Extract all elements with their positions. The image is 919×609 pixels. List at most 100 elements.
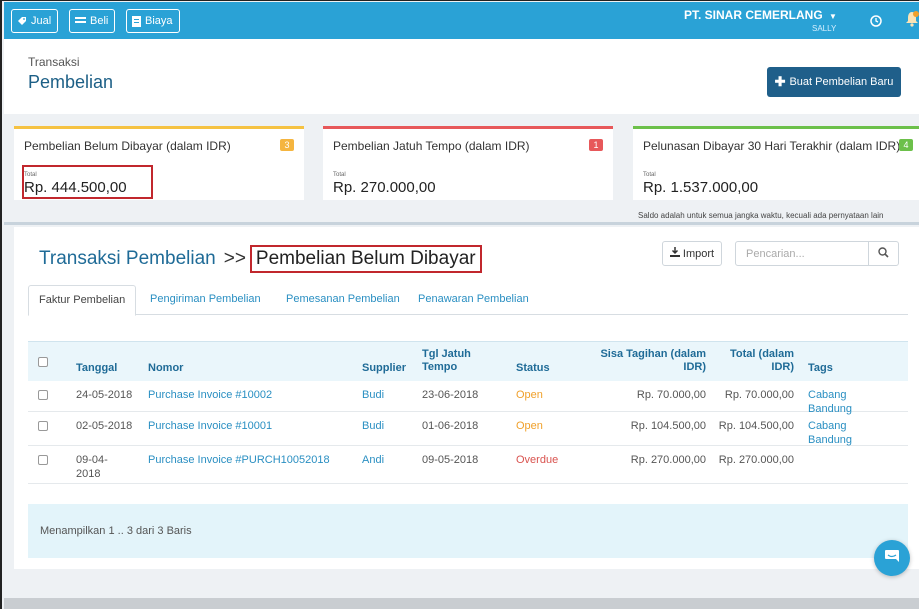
column-header-supplier[interactable]: Supplier bbox=[362, 362, 406, 375]
chat-icon bbox=[884, 549, 900, 568]
row-date-line2: 2018 bbox=[76, 468, 101, 480]
select-all-checkbox[interactable] bbox=[38, 357, 48, 367]
column-header-balance-line1: Sisa Tagihan (dalam bbox=[600, 348, 706, 360]
row-supplier[interactable]: Budi bbox=[362, 388, 384, 402]
row-tag[interactable]: Cabang Bandung bbox=[808, 419, 852, 447]
new-purchase-button[interactable]: ✚ Buat Pembelian Baru bbox=[767, 67, 901, 97]
count-badge: 4 bbox=[899, 139, 913, 151]
table-row[interactable]: 24-05-2018 Purchase Invoice #10002 Budi … bbox=[28, 381, 908, 415]
panel-title: Transaksi Pembelian >> Pembelian Belum D… bbox=[39, 245, 482, 273]
count-badge: 3 bbox=[280, 139, 294, 151]
column-header-date[interactable]: Tanggal bbox=[76, 362, 117, 375]
search-icon bbox=[878, 245, 889, 263]
download-icon bbox=[669, 247, 680, 260]
bell-icon[interactable] bbox=[905, 11, 919, 32]
sell-button-label: Jual bbox=[31, 15, 52, 27]
row-checkbox[interactable] bbox=[38, 421, 48, 431]
total-label: Total bbox=[333, 172, 346, 178]
page-header: Transaksi Pembelian ✚ Buat Pembelian Bar… bbox=[4, 39, 919, 114]
card-amount: Rp. 1.537.000,00 bbox=[643, 179, 759, 196]
row-total: Rp. 70.000,00 bbox=[724, 389, 794, 401]
row-balance: Rp. 270.000,00 bbox=[630, 454, 706, 466]
row-status: Overdue bbox=[516, 454, 559, 466]
row-due-date: 01-06-2018 bbox=[422, 420, 479, 432]
column-header-number[interactable]: Nomor bbox=[148, 362, 183, 375]
search-input[interactable] bbox=[736, 242, 866, 265]
chat-launcher[interactable] bbox=[874, 540, 910, 576]
plus-icon: ✚ bbox=[774, 74, 786, 89]
row-checkbox[interactable] bbox=[38, 455, 48, 465]
tag-icon bbox=[17, 16, 27, 26]
new-purchase-button-label: Buat Pembelian Baru bbox=[789, 76, 894, 88]
column-header-status[interactable]: Status bbox=[516, 362, 550, 375]
card-title: Pembelian Belum Dibayar (dalam IDR) bbox=[24, 139, 231, 153]
row-date: 24-05-2018 bbox=[76, 389, 133, 401]
breadcrumb[interactable]: Transaksi bbox=[28, 55, 80, 69]
count-badge: 1 bbox=[589, 139, 603, 151]
transactions-panel: Transaksi Pembelian >> Pembelian Belum D… bbox=[14, 227, 919, 569]
search-box bbox=[735, 241, 899, 266]
import-button[interactable]: Import bbox=[662, 241, 722, 266]
row-supplier[interactable]: Andi bbox=[362, 453, 384, 467]
expense-button[interactable]: Biaya bbox=[126, 9, 180, 33]
company-name: PT. SINAR CEMERLANG bbox=[684, 8, 823, 22]
table-row[interactable]: 02-05-2018 Purchase Invoice #10001 Budi … bbox=[28, 412, 908, 446]
row-tag-line2: Bandung bbox=[808, 434, 853, 446]
highlight-box bbox=[22, 165, 153, 199]
column-header-due-date[interactable]: Tgl Jatuh Tempo bbox=[422, 348, 471, 374]
user-name: SALLY bbox=[812, 24, 837, 33]
row-invoice-link[interactable]: Purchase Invoice #10001 bbox=[148, 419, 272, 433]
row-supplier[interactable]: Budi bbox=[362, 419, 384, 433]
row-invoice-link[interactable]: Purchase Invoice #10002 bbox=[148, 388, 272, 402]
buy-button-label: Beli bbox=[90, 15, 109, 27]
table-row[interactable]: 09-04- 2018 Purchase Invoice #PURCH10052… bbox=[28, 446, 908, 484]
row-total: Rp. 104.500,00 bbox=[718, 420, 794, 432]
column-header-balance[interactable]: Sisa Tagihan (dalam IDR) bbox=[588, 348, 706, 374]
row-invoice-link[interactable]: Purchase Invoice #PURCH10052018 bbox=[148, 453, 330, 467]
column-header-tags[interactable]: Tags bbox=[808, 362, 833, 375]
row-date: 02-05-2018 bbox=[76, 420, 133, 432]
row-balance: Rp. 70.000,00 bbox=[636, 389, 706, 401]
tab-bar: Faktur Pembelian Pengiriman Pembelian Pe… bbox=[28, 285, 908, 316]
row-date-line1: 09-04- bbox=[76, 454, 108, 466]
card-amount: Rp. 270.000,00 bbox=[333, 179, 436, 196]
column-header-balance-line2: IDR) bbox=[683, 361, 706, 373]
bottom-band bbox=[4, 598, 919, 609]
row-total: Rp. 270.000,00 bbox=[718, 454, 794, 466]
import-button-label: Import bbox=[682, 247, 715, 260]
row-date: 09-04- 2018 bbox=[76, 453, 108, 481]
clock-icon[interactable] bbox=[870, 14, 882, 32]
expense-button-label: Biaya bbox=[145, 15, 173, 27]
column-header-due-line2: Tempo bbox=[422, 361, 458, 373]
row-due-date: 23-06-2018 bbox=[422, 389, 479, 401]
panel-title-main: Transaksi Pembelian bbox=[39, 248, 216, 269]
tab-purchase-quote[interactable]: Penawaran Pembelian bbox=[418, 285, 529, 315]
pagination-summary: Menampilkan 1 .. 3 dari 3 Baris bbox=[40, 525, 192, 537]
row-checkbox[interactable] bbox=[38, 390, 48, 400]
tab-purchase-order[interactable]: Pemesanan Pembelian bbox=[286, 285, 400, 315]
total-label: Total bbox=[643, 172, 656, 178]
card-paid-last-30-days[interactable]: Pelunasan Dibayar 30 Hari Terakhir (dala… bbox=[633, 126, 919, 200]
app-window: Jual Beli Biaya PT. SINAR CEMERLANG ▼ SA… bbox=[0, 0, 919, 609]
card-title: Pelunasan Dibayar 30 Hari Terakhir (dala… bbox=[643, 139, 901, 153]
card-title: Pembelian Jatuh Tempo (dalam IDR) bbox=[333, 139, 530, 153]
page-title: Pembelian bbox=[28, 72, 114, 92]
balance-note: Saldo adalah untuk semua jangka waktu, k… bbox=[638, 211, 884, 220]
buy-button[interactable]: Beli bbox=[69, 9, 116, 33]
panel-title-separator: >> bbox=[223, 248, 246, 269]
row-status: Open bbox=[516, 389, 543, 401]
section-divider bbox=[4, 222, 919, 225]
row-status: Open bbox=[516, 420, 543, 432]
row-tag-line1: Cabang bbox=[808, 389, 847, 401]
tab-purchase-delivery[interactable]: Pengiriman Pembelian bbox=[150, 285, 261, 315]
search-button[interactable] bbox=[868, 242, 898, 265]
column-header-total-line2: IDR) bbox=[771, 361, 794, 373]
column-header-due-line1: Tgl Jatuh bbox=[422, 348, 471, 360]
card-due-purchases[interactable]: Pembelian Jatuh Tempo (dalam IDR) 1 Tota… bbox=[323, 126, 613, 200]
column-header-total-line1: Total (dalam bbox=[730, 348, 794, 360]
sell-button[interactable]: Jual bbox=[11, 9, 59, 33]
company-switcher[interactable]: PT. SINAR CEMERLANG ▼ bbox=[684, 8, 837, 22]
list-icon bbox=[75, 16, 86, 26]
tab-purchase-invoice[interactable]: Faktur Pembelian bbox=[28, 285, 137, 316]
column-header-total[interactable]: Total (dalam IDR) bbox=[708, 348, 794, 374]
